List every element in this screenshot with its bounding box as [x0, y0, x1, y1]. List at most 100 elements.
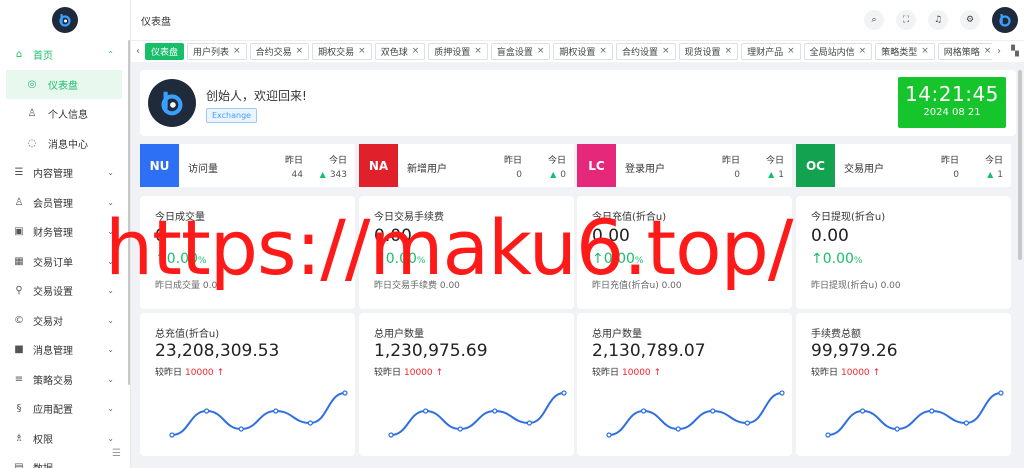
tab-10[interactable]: 理财产品 × [741, 42, 801, 60]
card-value: 23,208,309.53 [155, 341, 280, 361]
main-scrollbar[interactable] [1018, 70, 1022, 260]
tab-8[interactable]: 合约设置 × [615, 42, 676, 60]
sidebar-item-5[interactable]: ⚲ 交易设置 ⌄ [0, 276, 130, 306]
chevron-icon: ⌄ [107, 168, 114, 178]
sidebar-item-0[interactable]: ⌂ 首页 ⌃ [0, 40, 130, 70]
welcome-panel: 创始人，欢迎回来! Exchange 14:21:45 2024 08 21 [140, 70, 1016, 136]
card-footer: 昨日交易手续费 0.00 [374, 281, 460, 291]
tab-2[interactable]: 合约交易 × [249, 42, 310, 60]
search-icon[interactable]: ⌕ [864, 10, 884, 30]
welcome-text: 创始人，欢迎回来! [206, 89, 307, 103]
card-footer: 昨日充值(折合u) 0.00 [592, 281, 682, 291]
card-title: 今日交易手续费 [374, 212, 444, 223]
sidebar-item-9[interactable]: § 应用配置 ⌄ [0, 394, 130, 424]
yesterday-value: 0 [734, 170, 740, 180]
sparkline-point [457, 426, 463, 432]
sidebar-item-8[interactable]: ≡ 策略交易 ⌄ [0, 365, 130, 395]
tab-list: 仪表盘 用户列表 × 合约交易 × 期权交易 × 双色球 × 质押设置 × 盲盒设置 × 期权设置 × 合约设… [145, 42, 992, 61]
tab-label: 合约设置 [621, 47, 658, 58]
tab-label: 策略类型 [881, 47, 918, 58]
tab-bar: ‹ 仪表盘 用户列表 × 合约交易 × 期权交易 × 双色球 × 质押设置 × 盲盒设置 × 期权设置 × 合… [131, 40, 1024, 62]
sidebar-subitem-1[interactable]: ♙ 个人信息 [0, 99, 130, 129]
sparkline-point [561, 390, 567, 396]
config-icon: § [16, 403, 22, 415]
compare-value: 10000 [185, 368, 214, 378]
tab-3[interactable]: 期权交易 × [312, 42, 372, 60]
close-icon[interactable]: × [296, 46, 304, 56]
sidebar-subitem-2[interactable]: ◌ 消息中心 [0, 129, 130, 159]
tab-1[interactable]: 用户列表 × [187, 42, 247, 60]
tab-scroll-left-icon[interactable]: ‹ [131, 46, 145, 57]
sidebar-item-2[interactable]: ♙ 会员管理 ⌄ [0, 188, 130, 218]
sidebar-scrollbar[interactable] [128, 40, 130, 385]
tab-12[interactable]: 策略类型 × [875, 42, 935, 60]
chevron-icon: ⌄ [107, 433, 114, 443]
close-icon[interactable]: × [662, 46, 670, 56]
sidebar-item-11[interactable]: ▤ 数据⌄ [0, 453, 130, 468]
sparkline-point [963, 420, 969, 426]
sidebar-item-10[interactable]: ♗ 权限 ⌄ [0, 424, 130, 454]
card-value: 99,979.26 [811, 341, 898, 361]
top-header: 仪表盘 ⌕ ⛶ ♫ ⚙ [131, 0, 1024, 40]
total-card-3: 手续费总额 99,979.26 较昨日 10000 ↑ [796, 313, 1011, 456]
stat-badge: NA [359, 144, 398, 187]
close-icon[interactable]: × [474, 46, 482, 56]
sidebar-subitem-0[interactable]: ◎ 仪表盘 [6, 69, 122, 99]
tab-9[interactable]: 现货设置 × [678, 42, 739, 60]
collapse-menu-icon[interactable]: ☰ [112, 448, 121, 459]
brand-logo[interactable] [52, 7, 78, 33]
today-value: 0 [560, 170, 566, 180]
sidebar-item-label: 交易对 [33, 316, 63, 328]
tab-6[interactable]: 盲盒设置 × [490, 42, 551, 60]
stat-today: 今日 ▲ 1 [985, 153, 1003, 180]
tab-5[interactable]: 质押设置 × [428, 42, 488, 60]
tab-label: 网格策略 [943, 47, 980, 58]
avatar[interactable] [992, 7, 1018, 33]
chevron-icon: ⌄ [107, 463, 114, 468]
stat-card-1: NA 新增用户 昨日 0 今日 ▲ 0 [359, 144, 574, 187]
card-title: 总用户数量 [374, 329, 424, 340]
close-icon[interactable]: × [725, 46, 733, 56]
today-label: 今日 [984, 156, 1003, 166]
card-percent: ↑0.00% [592, 251, 643, 267]
close-icon[interactable]: × [859, 46, 867, 56]
sidebar-item-1[interactable]: ☰ 内容管理 ⌄ [0, 158, 130, 188]
close-icon[interactable]: × [537, 46, 545, 56]
fullscreen-icon[interactable]: ⛶ [896, 10, 916, 30]
sidebar-item-3[interactable]: ▣ 财务管理 ⌄ [0, 217, 130, 247]
close-icon[interactable]: × [921, 46, 929, 56]
card-compare: 较昨日 10000 ↑ [374, 365, 443, 378]
tab-scroll-right-icon[interactable]: › [992, 46, 1006, 57]
today-value-row: ▲ 0 [548, 170, 566, 180]
close-icon[interactable]: × [233, 46, 241, 56]
close-icon[interactable]: × [358, 46, 366, 56]
yesterday-value: 0 [953, 170, 959, 180]
tab-4[interactable]: 双色球 × [374, 42, 426, 60]
sidebar-item-7[interactable]: ■ 消息管理 ⌄ [0, 335, 130, 365]
close-icon[interactable]: × [984, 46, 992, 56]
triangle-up-icon: ▲ [987, 170, 994, 179]
today-label: 今日 [547, 156, 566, 166]
tab-13[interactable]: 网格策略 × [937, 42, 992, 60]
tab-7[interactable]: 期权设置 × [553, 42, 613, 60]
close-icon[interactable]: × [599, 46, 607, 56]
tab-label: 现货设置 [684, 47, 721, 58]
sidebar-item-6[interactable]: © 交易对 ⌄ [0, 306, 130, 336]
sparkline-point [492, 408, 498, 414]
sidebar-item-4[interactable]: ▦ 交易订单 ⌄ [0, 247, 130, 277]
card-compare: 较昨日 10000 ↑ [592, 365, 661, 378]
exchange-tag: Exchange [206, 108, 258, 123]
gear-icon[interactable]: ⚙ [960, 10, 980, 30]
chevron-icon: ⌄ [107, 374, 114, 384]
bell-icon[interactable]: ♫ [928, 10, 948, 30]
message-icon: ■ [14, 344, 24, 356]
close-icon[interactable]: × [412, 46, 420, 56]
tab-grid-icon[interactable]: ▚ [1006, 46, 1024, 57]
tab-0[interactable]: 仪表盘 [145, 42, 185, 60]
total-card-2: 总用户数量 2,130,789.07 较昨日 10000 ↑ [577, 313, 792, 456]
close-icon[interactable]: × [787, 46, 795, 56]
tab-11[interactable]: 全局站内信 × [803, 42, 873, 60]
today-card-0: 今日成交量 0 ↑0.00% 昨日成交量 0.00 [140, 196, 355, 309]
chevron-icon: ⌄ [107, 227, 114, 237]
sidebar-item-label: 消息管理 [33, 346, 73, 358]
